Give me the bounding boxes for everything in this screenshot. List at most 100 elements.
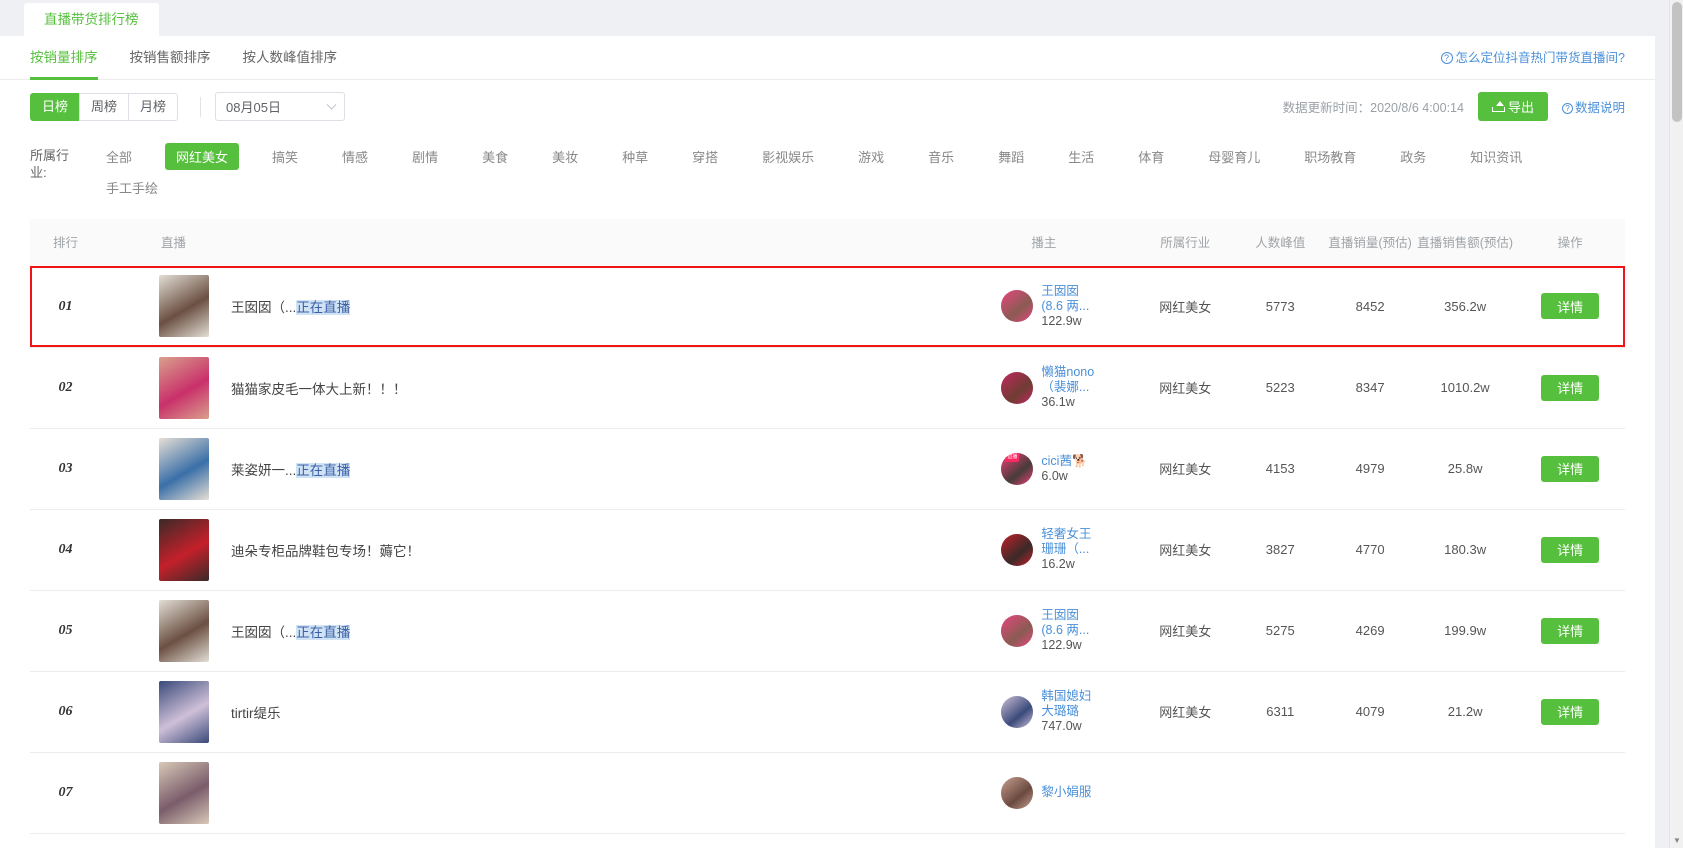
industry-item-7[interactable]: 种草 bbox=[611, 143, 659, 170]
rank-number: 04 bbox=[58, 542, 73, 557]
detail-button[interactable]: 详情 bbox=[1541, 293, 1600, 320]
live-title[interactable]: 王囡囡（...正在直播 bbox=[231, 621, 351, 641]
cell-peak: 4153 bbox=[1235, 428, 1326, 510]
avatar[interactable] bbox=[1001, 533, 1034, 566]
live-thumbnail[interactable] bbox=[159, 437, 210, 500]
live-thumbnail[interactable] bbox=[159, 761, 210, 824]
avatar[interactable] bbox=[1001, 371, 1034, 404]
detail-button[interactable]: 详情 bbox=[1541, 617, 1600, 644]
live-title[interactable]: 莱姿妍一...正在直播 bbox=[231, 459, 351, 479]
tab-live-commerce-ranking[interactable]: 直播带货排行榜 bbox=[24, 2, 159, 36]
detail-button[interactable]: 详情 bbox=[1541, 698, 1600, 725]
cell-live bbox=[101, 752, 1002, 834]
sort-tab-0[interactable]: 按销量排序 bbox=[30, 36, 98, 80]
avatar[interactable] bbox=[1001, 776, 1034, 809]
host-name[interactable]: cici茜🐕 bbox=[1041, 454, 1087, 469]
cell-industry: 网红美女 bbox=[1135, 347, 1236, 429]
host-fans-count: 36.1w bbox=[1041, 395, 1075, 409]
host-name[interactable]: 王囡囡 bbox=[1041, 608, 1089, 623]
detail-button[interactable]: 详情 bbox=[1541, 536, 1600, 563]
avatar[interactable] bbox=[1001, 695, 1034, 728]
rank-number: 07 bbox=[58, 785, 73, 800]
host-name[interactable]: 轻奢女王 bbox=[1041, 527, 1091, 542]
cell-rank: 02 bbox=[30, 347, 102, 429]
industry-item-14[interactable]: 体育 bbox=[1127, 143, 1175, 170]
period-button-0[interactable]: 日榜 bbox=[30, 92, 81, 121]
scrollbar-thumb[interactable] bbox=[1672, 2, 1682, 122]
live-thumbnail[interactable] bbox=[159, 599, 210, 662]
host-subname[interactable]: （裴娜... bbox=[1041, 380, 1094, 395]
live-thumbnail[interactable] bbox=[159, 680, 210, 743]
host-name[interactable]: 王囡囡 bbox=[1041, 284, 1089, 299]
host-name[interactable]: 懒猫nono bbox=[1041, 365, 1094, 380]
industry-item-17[interactable]: 政务 bbox=[1389, 143, 1437, 170]
cell-sales: 4979 bbox=[1325, 428, 1415, 510]
export-button[interactable]: 导出 bbox=[1477, 92, 1548, 121]
chevron-down-icon bbox=[326, 99, 337, 110]
industry-item-11[interactable]: 音乐 bbox=[917, 143, 965, 170]
industry-item-3[interactable]: 情感 bbox=[331, 143, 379, 170]
live-title[interactable]: 猫猫家皮毛一体大上新！！！ bbox=[231, 378, 407, 398]
live-title[interactable]: tirtir缇乐 bbox=[231, 702, 281, 722]
host-name[interactable]: 韩国媳妇 bbox=[1041, 689, 1091, 704]
industry-item-13[interactable]: 生活 bbox=[1057, 143, 1105, 170]
live-badge: 直播 bbox=[1005, 452, 1020, 462]
rank-number: 05 bbox=[58, 623, 73, 638]
th-live: 直播 bbox=[101, 219, 1002, 266]
table-row: 03 莱姿妍一...正在直播 直播 cici茜🐕 6.0w 网红美女 4153 4979 25.… bbox=[30, 428, 1625, 510]
data-note-link[interactable]: ? 数据说明 bbox=[1561, 97, 1625, 116]
industry-item-18[interactable]: 知识资讯 bbox=[1459, 143, 1533, 170]
page-scrollbar[interactable]: ▲ ▼ bbox=[1669, 0, 1683, 848]
cell-host: 韩国媳妇 大璐璐 747.0w bbox=[1001, 671, 1136, 753]
industry-item-9[interactable]: 影视娱乐 bbox=[751, 143, 825, 170]
avatar-image bbox=[1001, 695, 1034, 728]
industry-item-6[interactable]: 美妆 bbox=[541, 143, 589, 170]
host-fans-count: 122.9w bbox=[1041, 638, 1082, 652]
th-host: 播主 bbox=[1001, 219, 1136, 266]
industry-item-15[interactable]: 母婴育儿 bbox=[1197, 143, 1271, 170]
thumbnail-image bbox=[159, 275, 210, 338]
industry-item-4[interactable]: 剧情 bbox=[401, 143, 449, 170]
host-name[interactable]: 黎小娟服 bbox=[1041, 785, 1091, 800]
table-row: 01 王囡囡（...正在直播 王囡囡 (8.6 两... 122.9w 网红美女 5773 8… bbox=[30, 266, 1625, 348]
live-title[interactable]: 迪朵专柜品牌鞋包专场！薅它！ bbox=[231, 540, 420, 560]
industry-item-19[interactable]: 手工手绘 bbox=[95, 174, 169, 201]
avatar[interactable] bbox=[1001, 290, 1034, 323]
industry-item-10[interactable]: 游戏 bbox=[847, 143, 895, 170]
detail-button[interactable]: 详情 bbox=[1541, 455, 1600, 482]
live-title-text: 莱姿妍一... bbox=[231, 462, 297, 478]
th-industry: 所属行业 bbox=[1135, 219, 1236, 266]
sort-tab-1[interactable]: 按销售额排序 bbox=[130, 36, 211, 80]
host-subname[interactable]: 大璐璐 bbox=[1041, 704, 1091, 719]
period-button-2[interactable]: 月榜 bbox=[128, 92, 179, 121]
host-info: 王囡囡 (8.6 两... 122.9w bbox=[1041, 608, 1089, 653]
live-title[interactable]: 王囡囡（...正在直播 bbox=[231, 296, 351, 316]
period-button-1[interactable]: 周榜 bbox=[79, 92, 130, 121]
help-link-hot-live-rooms[interactable]: ? 怎么定位抖音热门带货直播间? bbox=[1440, 36, 1625, 80]
live-thumbnail[interactable] bbox=[159, 356, 210, 419]
avatar-image bbox=[1001, 533, 1034, 566]
host-fans-count: 747.0w bbox=[1041, 719, 1082, 733]
avatar[interactable] bbox=[1001, 614, 1034, 647]
host-subname[interactable]: 珊珊（... bbox=[1041, 542, 1091, 557]
host-subname[interactable]: (8.6 两... bbox=[1041, 299, 1089, 314]
industry-item-8[interactable]: 穿搭 bbox=[681, 143, 729, 170]
cell-industry: 网红美女 bbox=[1135, 266, 1236, 348]
live-thumbnail[interactable] bbox=[159, 275, 210, 338]
industry-item-0[interactable]: 全部 bbox=[95, 143, 143, 170]
thumbnail-image bbox=[159, 518, 210, 581]
host-subname[interactable]: (8.6 两... bbox=[1041, 623, 1089, 638]
avatar[interactable]: 直播 bbox=[1001, 452, 1034, 485]
industry-item-5[interactable]: 美食 bbox=[471, 143, 519, 170]
live-thumbnail[interactable] bbox=[159, 518, 210, 581]
scroll-down-arrow[interactable]: ▼ bbox=[1670, 834, 1683, 848]
host-info: 轻奢女王 珊珊（... 16.2w bbox=[1041, 527, 1091, 572]
industry-item-16[interactable]: 职场教育 bbox=[1293, 143, 1367, 170]
cell-amount: 1010.2w bbox=[1415, 347, 1516, 429]
industry-item-12[interactable]: 舞蹈 bbox=[987, 143, 1035, 170]
date-select[interactable]: 08月05日 bbox=[215, 92, 346, 121]
sort-tab-2[interactable]: 按人数峰值排序 bbox=[243, 36, 338, 80]
detail-button[interactable]: 详情 bbox=[1541, 374, 1600, 401]
industry-item-1[interactable]: 网红美女 bbox=[165, 143, 240, 170]
industry-item-2[interactable]: 搞笑 bbox=[261, 143, 309, 170]
